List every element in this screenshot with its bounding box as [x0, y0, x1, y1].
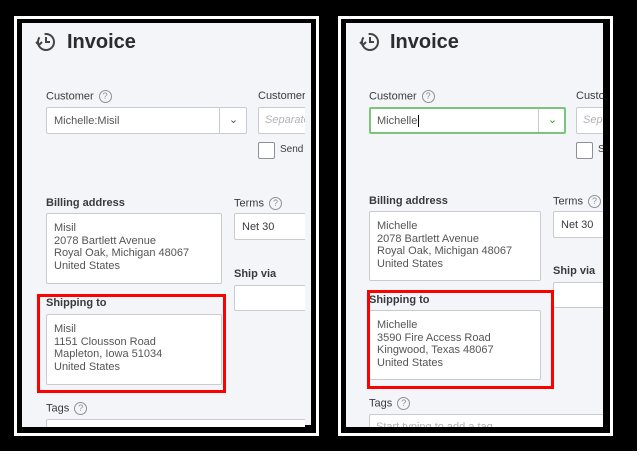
- customer-label: Customer?: [46, 90, 112, 103]
- billing-address-label: Billing address: [46, 197, 125, 209]
- shipping-highlight-box: [37, 294, 226, 393]
- terms-label: Terms?: [234, 197, 282, 210]
- help-icon[interactable]: ?: [421, 90, 435, 103]
- customer-select[interactable]: Michelle ⌄: [369, 107, 566, 134]
- billing-address-input[interactable]: Michelle 2078 Bartlett Avenue Royal Oak,…: [369, 211, 541, 281]
- tags-label: Tags?: [46, 402, 88, 415]
- terms-label: Terms?: [553, 195, 601, 208]
- ship-via-input[interactable]: [553, 282, 603, 308]
- terms-select[interactable]: Net 30: [234, 213, 305, 240]
- customer-email-input[interactable]: Separate: [258, 107, 305, 134]
- customer-email-label: Customer: [258, 90, 305, 102]
- billing-address-input[interactable]: Misil 2078 Bartlett Avenue Royal Oak, Mi…: [46, 213, 222, 284]
- page-title: Invoice: [390, 31, 459, 53]
- send-label: S: [598, 144, 603, 155]
- recent-transactions-icon[interactable]: [358, 31, 380, 53]
- help-icon[interactable]: ?: [74, 402, 88, 415]
- ship-via-label: Ship via: [553, 265, 596, 277]
- tags-label: Tags?: [369, 397, 411, 410]
- help-icon[interactable]: ?: [98, 90, 112, 103]
- page-title: Invoice: [67, 31, 136, 53]
- chevron-down-icon[interactable]: ⌄: [219, 108, 247, 133]
- ship-via-label: Ship via: [234, 268, 277, 280]
- chevron-down-icon[interactable]: ⌄: [538, 109, 566, 132]
- send-later-checkbox[interactable]: [258, 142, 275, 159]
- recent-transactions-icon[interactable]: [34, 31, 56, 53]
- tags-input[interactable]: [46, 419, 305, 427]
- customer-value: Michelle: [377, 115, 420, 127]
- ship-via-input[interactable]: [234, 285, 305, 311]
- send-label: Send: [280, 144, 304, 155]
- customer-value: Michelle:Misil: [54, 115, 120, 127]
- help-icon[interactable]: ?: [397, 397, 411, 410]
- help-icon[interactable]: ?: [268, 197, 282, 210]
- customer-select[interactable]: Michelle:Misil ⌄: [46, 107, 247, 134]
- customer-email-input[interactable]: Sep: [576, 107, 603, 134]
- customer-label: Customer?: [369, 90, 435, 103]
- tags-input[interactable]: Start typing to add a tag: [369, 414, 603, 427]
- customer-email-label: Custo: [576, 90, 603, 102]
- billing-address-label: Billing address: [369, 195, 448, 207]
- help-icon[interactable]: ?: [587, 195, 601, 208]
- send-later-checkbox[interactable]: [576, 142, 593, 159]
- terms-select[interactable]: Net 30: [553, 211, 603, 238]
- shipping-highlight-box: [367, 290, 554, 389]
